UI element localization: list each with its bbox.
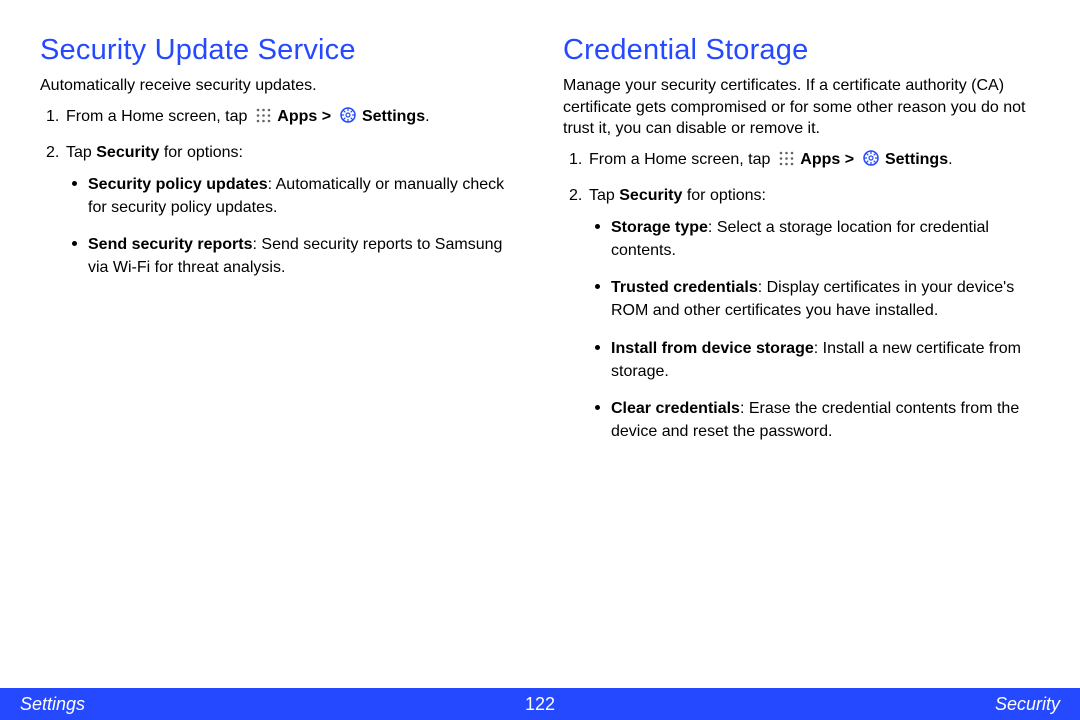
apps-icon — [779, 150, 794, 174]
bullet-left-1: Send security reports: Send security rep… — [66, 233, 517, 279]
bullet-left-0: Security policy updates: Automatically o… — [66, 173, 517, 219]
step-1-right: From a Home screen, tap Apps > Settings. — [563, 148, 1040, 174]
footer-bar: Settings 122 Security — [0, 688, 1080, 720]
apps-label: Apps — [277, 108, 317, 125]
step2-post: for options: — [682, 187, 766, 204]
period: . — [948, 151, 952, 168]
step2-post: for options: — [159, 144, 243, 161]
settings-label: Settings — [885, 151, 948, 168]
step2-bold: Security — [619, 187, 682, 204]
step1-text: From a Home screen, tap — [66, 108, 252, 125]
page-content: Security Update Service Automatically re… — [0, 0, 1080, 457]
section-heading-left: Security Update Service — [40, 34, 517, 67]
step2-bold: Security — [96, 144, 159, 161]
apps-label: Apps — [800, 151, 840, 168]
section-heading-right: Credential Storage — [563, 34, 1040, 67]
bullet-right-1: Trusted credentials: Display certificate… — [589, 276, 1040, 322]
step-2-left: Tap Security for options: Security polic… — [40, 141, 517, 280]
bullet-right-3: Clear credentials: Erase the credential … — [589, 397, 1040, 443]
bullet-bold: Storage type — [611, 219, 708, 236]
page-number: 122 — [525, 694, 555, 715]
sep: > — [840, 151, 858, 168]
bullet-right-2: Install from device storage: Install a n… — [589, 337, 1040, 383]
bullet-bold: Clear credentials — [611, 400, 740, 417]
right-column: Credential Storage Manage your security … — [563, 34, 1040, 457]
settings-label: Settings — [362, 108, 425, 125]
period: . — [425, 108, 429, 125]
apps-icon — [256, 107, 271, 131]
bullet-bold: Install from device storage — [611, 340, 814, 357]
gear-icon — [863, 150, 879, 174]
bullet-bold: Send security reports — [88, 236, 253, 253]
bullet-bold: Security policy updates — [88, 176, 268, 193]
gear-icon — [340, 107, 356, 131]
intro-left: Automatically receive security updates. — [40, 75, 517, 97]
step1-text: From a Home screen, tap — [589, 151, 775, 168]
footer-left: Settings — [20, 694, 85, 715]
intro-right: Manage your security certificates. If a … — [563, 75, 1040, 140]
sep: > — [317, 108, 335, 125]
bullet-bold: Trusted credentials — [611, 279, 758, 296]
bullet-right-0: Storage type: Select a storage location … — [589, 216, 1040, 262]
footer-right: Security — [995, 694, 1060, 715]
step2-pre: Tap — [66, 144, 96, 161]
left-column: Security Update Service Automatically re… — [40, 34, 517, 457]
step2-pre: Tap — [589, 187, 619, 204]
step-2-right: Tap Security for options: Storage type: … — [563, 184, 1040, 444]
step-1-left: From a Home screen, tap Apps > Settings. — [40, 105, 517, 131]
